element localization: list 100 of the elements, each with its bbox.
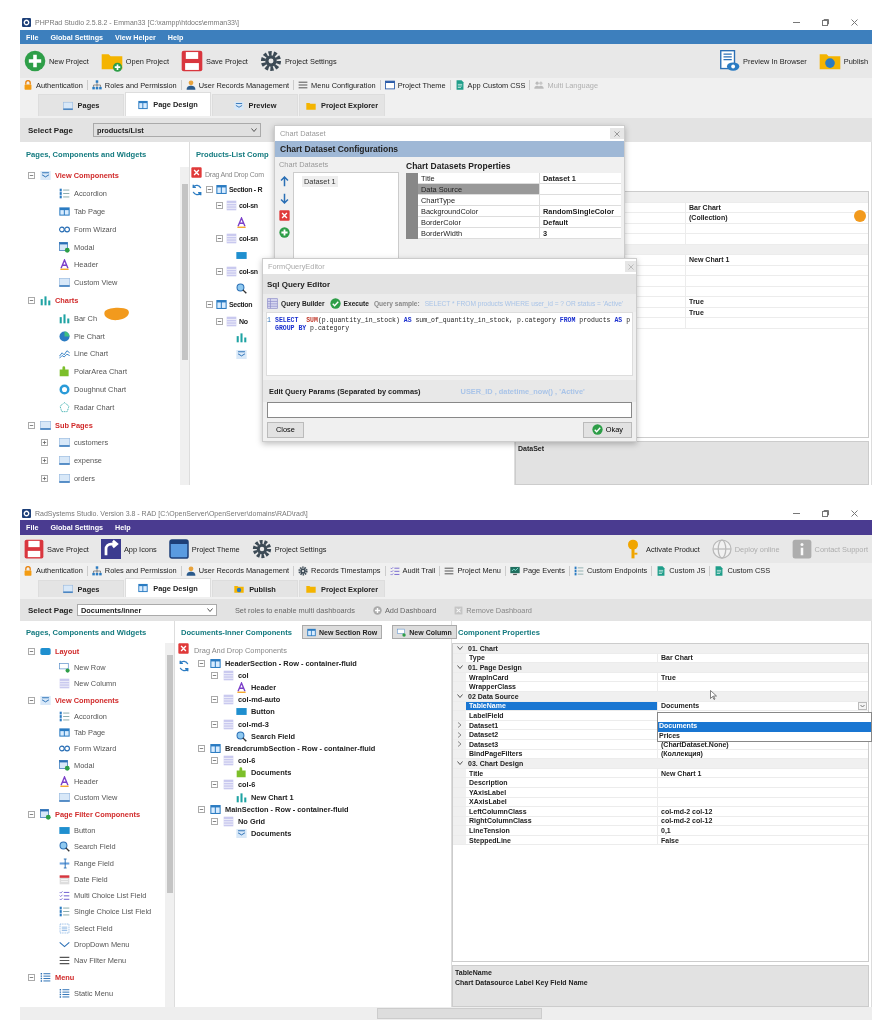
highlight-mark xyxy=(854,210,866,222)
radar-chart-icon xyxy=(59,401,70,413)
expand-toggle[interactable] xyxy=(41,439,48,447)
arrow-down-button[interactable] xyxy=(279,193,290,204)
highlight-mark xyxy=(102,307,130,321)
modal-icon xyxy=(59,759,70,771)
expand-toggle[interactable] xyxy=(41,474,48,482)
cursor-icon xyxy=(710,690,717,700)
letter-icon xyxy=(236,681,247,693)
monitor-icon xyxy=(509,565,520,576)
list-icon xyxy=(40,971,51,983)
column-icon xyxy=(223,755,234,767)
expand-toggle[interactable] xyxy=(211,781,218,789)
expand-toggle[interactable] xyxy=(216,202,223,210)
view-icon xyxy=(236,348,247,360)
delete-button[interactable] xyxy=(178,643,190,654)
expand-toggle[interactable] xyxy=(206,185,213,193)
modal-icon xyxy=(59,241,70,253)
page-icon xyxy=(62,100,73,111)
maximize-icon[interactable] xyxy=(822,509,829,517)
page-icon xyxy=(59,455,70,467)
expand-toggle[interactable] xyxy=(198,744,205,752)
dropdown-button[interactable] xyxy=(858,701,867,710)
table-icon xyxy=(306,627,316,637)
close-icon[interactable] xyxy=(851,19,858,26)
delete-button[interactable] xyxy=(279,210,290,221)
expand-toggle[interactable] xyxy=(198,805,205,813)
pie-chart-icon xyxy=(59,330,70,342)
letter-icon xyxy=(59,259,70,271)
document-icon xyxy=(718,50,741,72)
expand-toggle[interactable] xyxy=(216,268,223,276)
chevron-icon[interactable] xyxy=(456,693,463,700)
expand-toggle[interactable] xyxy=(216,317,223,325)
section-title: Chart Datasets Properties xyxy=(406,160,512,173)
chevron-icon[interactable] xyxy=(456,760,463,767)
delete-button[interactable] xyxy=(191,167,203,178)
delete-icon xyxy=(178,643,189,654)
plus-circle-icon xyxy=(372,605,382,615)
scrollbar[interactable] xyxy=(165,643,174,1007)
plus-circle-icon xyxy=(24,50,46,72)
expand-toggle[interactable] xyxy=(198,659,205,667)
window-icon xyxy=(168,539,189,559)
refresh-button[interactable] xyxy=(178,660,190,672)
window-icon xyxy=(384,80,395,90)
expand-toggle[interactable] xyxy=(211,671,218,679)
expand-toggle[interactable] xyxy=(211,757,218,765)
close-button[interactable] xyxy=(610,128,624,139)
expand-toggle[interactable] xyxy=(28,647,35,655)
column-icon xyxy=(226,233,237,245)
expand-toggle[interactable] xyxy=(28,421,35,429)
caret-icon xyxy=(206,608,213,612)
expand-toggle[interactable] xyxy=(206,301,213,309)
bar-chart-icon xyxy=(236,791,247,803)
table-icon xyxy=(267,297,278,309)
column-icon xyxy=(59,678,70,690)
chevron-icon xyxy=(59,939,70,950)
field-label: Select Page xyxy=(28,605,73,615)
scrollbar[interactable] xyxy=(377,1008,542,1019)
document-icon xyxy=(656,565,667,576)
button-icon xyxy=(236,249,247,261)
chevron-icon[interactable] xyxy=(456,645,463,652)
close-icon[interactable] xyxy=(851,509,858,517)
folder-icon xyxy=(234,584,245,594)
minimize-icon[interactable] xyxy=(793,19,800,26)
layout-icon xyxy=(138,583,149,593)
button-icon xyxy=(59,824,70,836)
page-icon xyxy=(40,419,51,431)
expand-toggle[interactable] xyxy=(41,457,48,465)
hierarchy-icon xyxy=(91,565,102,576)
expand-toggle[interactable] xyxy=(28,696,35,704)
plus-circle-button[interactable] xyxy=(279,227,290,238)
chevron-icon[interactable] xyxy=(456,664,463,671)
chevron-icon[interactable] xyxy=(457,722,462,729)
menu-icon xyxy=(444,565,455,576)
table-icon xyxy=(216,183,227,195)
arrow-up-button[interactable] xyxy=(279,176,290,187)
refresh-button[interactable] xyxy=(191,184,203,196)
maximize-icon[interactable] xyxy=(822,19,829,26)
chevron-icon[interactable] xyxy=(457,731,462,738)
expand-toggle[interactable] xyxy=(216,235,223,243)
menu-icon xyxy=(59,955,70,967)
remove-icon xyxy=(454,605,464,615)
expand-toggle[interactable] xyxy=(211,696,218,704)
chevron-icon[interactable] xyxy=(457,741,462,748)
tab-layout-icon xyxy=(59,206,70,217)
check-icon xyxy=(329,297,341,309)
puzzle-icon xyxy=(59,366,70,378)
expand-toggle[interactable] xyxy=(211,818,218,826)
info-icon xyxy=(791,539,812,559)
column-icon xyxy=(223,779,234,791)
expand-toggle[interactable] xyxy=(28,973,35,981)
expand-toggle[interactable] xyxy=(211,720,218,728)
list-icon xyxy=(59,188,70,200)
expand-toggle[interactable] xyxy=(28,296,35,304)
params-field[interactable] xyxy=(267,402,632,418)
scrollbar[interactable] xyxy=(180,167,189,485)
expand-toggle[interactable] xyxy=(28,810,35,818)
search-icon xyxy=(59,841,70,853)
expand-toggle[interactable] xyxy=(28,172,35,180)
menu-icon xyxy=(298,80,309,90)
